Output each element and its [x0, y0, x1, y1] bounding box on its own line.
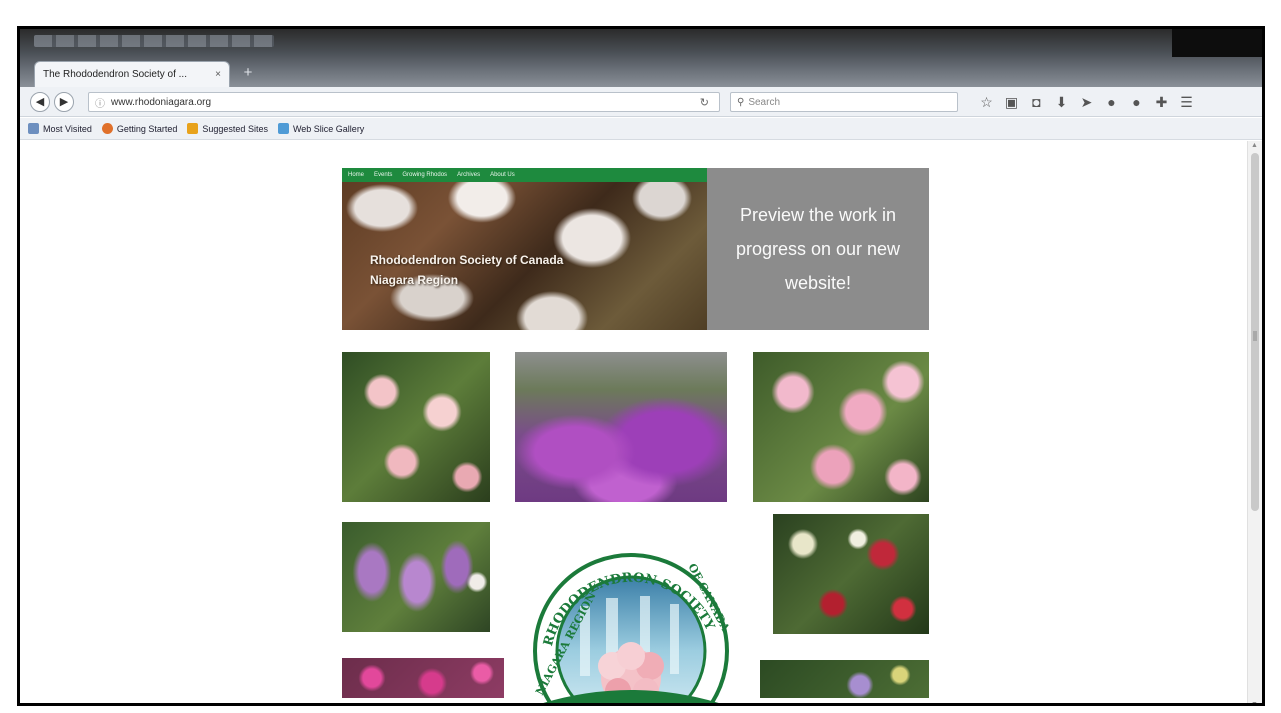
- back-button[interactable]: ◀: [30, 92, 50, 112]
- scroll-down-icon[interactable]: ▼: [1251, 701, 1258, 703]
- site-nav: Home Events Growing Rhodos Archives Abou…: [342, 168, 707, 182]
- bookmarks-toolbar: Most Visited Getting Started Suggested S…: [20, 118, 1262, 140]
- nav-events[interactable]: Events: [374, 172, 392, 178]
- site-header: Home Events Growing Rhodos Archives Abou…: [342, 168, 929, 330]
- photo-red-rhododendrons: [773, 514, 929, 634]
- clipboard-icon[interactable]: ▣: [999, 91, 1024, 113]
- society-logo: RHODODENDRON SOCIETY NIAGARA REGION OF C…: [533, 553, 732, 703]
- close-tab-icon[interactable]: ×: [215, 69, 221, 80]
- bookmark-label: Web Slice Gallery: [292, 123, 365, 134]
- screenshot-frame: The Rhododendron Society of ... × + ◀ ▶ …: [0, 0, 1281, 713]
- nav-growing-rhodos[interactable]: Growing Rhodos: [402, 172, 447, 178]
- navigation-bar: ◀ ▶ ⓘ www.rhodoniagara.org ↻ ⚲ Search ☆ …: [20, 87, 1262, 117]
- pocket-icon[interactable]: ◘: [1024, 91, 1049, 113]
- search-placeholder: Search: [748, 96, 781, 108]
- hero-title-line1: Rhododendron Society of Canada: [370, 253, 564, 267]
- photo-magenta-flowers: [342, 658, 504, 698]
- addon2-icon[interactable]: ●: [1124, 91, 1149, 113]
- new-tab-button[interactable]: +: [238, 63, 258, 83]
- firefox-icon: [101, 123, 113, 134]
- hero-title-line2: Niagara Region: [370, 273, 459, 287]
- bookmark-label: Most Visited: [43, 123, 92, 134]
- nav-archives[interactable]: Archives: [457, 172, 480, 178]
- menu-icon[interactable]: ☰: [1174, 91, 1199, 113]
- hero-title: Rhododendron Society of Canada Niagara R…: [370, 250, 563, 290]
- bookmark-suggested-sites[interactable]: Suggested Sites: [187, 123, 268, 134]
- reload-icon[interactable]: ↻: [700, 96, 709, 109]
- address-bar[interactable]: ⓘ www.rhodoniagara.org ↻: [88, 92, 720, 112]
- toolbar-icons: ☆ ▣ ◘ ⬇ ➤ ● ● ✚ ☰: [974, 91, 1199, 113]
- photo-pink-rhododendron: [753, 352, 929, 502]
- vertical-scrollbar[interactable]: ▲ ▼: [1247, 141, 1262, 703]
- title-bar: The Rhododendron Society of ... × +: [20, 29, 1262, 87]
- page-content: Home Events Growing Rhodos Archives Abou…: [20, 141, 1250, 703]
- photo-lavender-flowers: [342, 522, 490, 632]
- bookmark-most-visited[interactable]: Most Visited: [28, 123, 92, 134]
- suggested-sites-icon: [187, 123, 199, 134]
- nav-about-us[interactable]: About Us: [490, 172, 515, 178]
- bookmark-web-slice-gallery[interactable]: Web Slice Gallery: [277, 123, 365, 134]
- preview-link[interactable]: Preview the work in progress on our new …: [707, 168, 929, 330]
- photo-purple-azalea: [515, 352, 727, 502]
- folder-icon: [28, 123, 39, 134]
- bookmark-label: Suggested Sites: [202, 123, 268, 134]
- bookmark-getting-started[interactable]: Getting Started: [101, 123, 178, 134]
- photo-pink-azalea: [342, 352, 490, 502]
- browser-window: The Rhododendron Society of ... × + ◀ ▶ …: [17, 26, 1265, 706]
- web-slice-icon: [277, 123, 289, 134]
- url-text: www.rhodoniagara.org: [111, 96, 212, 108]
- preview-text: Preview the work in progress on our new …: [735, 205, 901, 293]
- tab-title: The Rhododendron Society of ...: [43, 69, 187, 80]
- site-info-icon[interactable]: ⓘ: [95, 95, 105, 110]
- star-icon[interactable]: ☆: [974, 91, 999, 113]
- search-input[interactable]: ⚲ Search: [730, 92, 958, 112]
- send-icon[interactable]: ➤: [1074, 91, 1099, 113]
- photo-lilac-flowers: [760, 660, 929, 698]
- window-title-blurred: [34, 35, 274, 47]
- scroll-up-icon[interactable]: ▲: [1251, 142, 1258, 149]
- window-controls[interactable]: [1172, 29, 1262, 57]
- nav-home[interactable]: Home: [348, 172, 364, 178]
- addon-icon[interactable]: ●: [1099, 91, 1124, 113]
- scroll-grip: [1253, 331, 1257, 341]
- bookmark-label: Getting Started: [116, 123, 178, 134]
- search-icon: ⚲: [737, 96, 745, 108]
- forward-button[interactable]: ▶: [54, 92, 74, 112]
- download-icon[interactable]: ⬇: [1049, 91, 1074, 113]
- browser-tab[interactable]: The Rhododendron Society of ... ×: [34, 61, 230, 87]
- hero-banner: Home Events Growing Rhodos Archives Abou…: [342, 168, 707, 330]
- extension-icon[interactable]: ✚: [1149, 91, 1174, 113]
